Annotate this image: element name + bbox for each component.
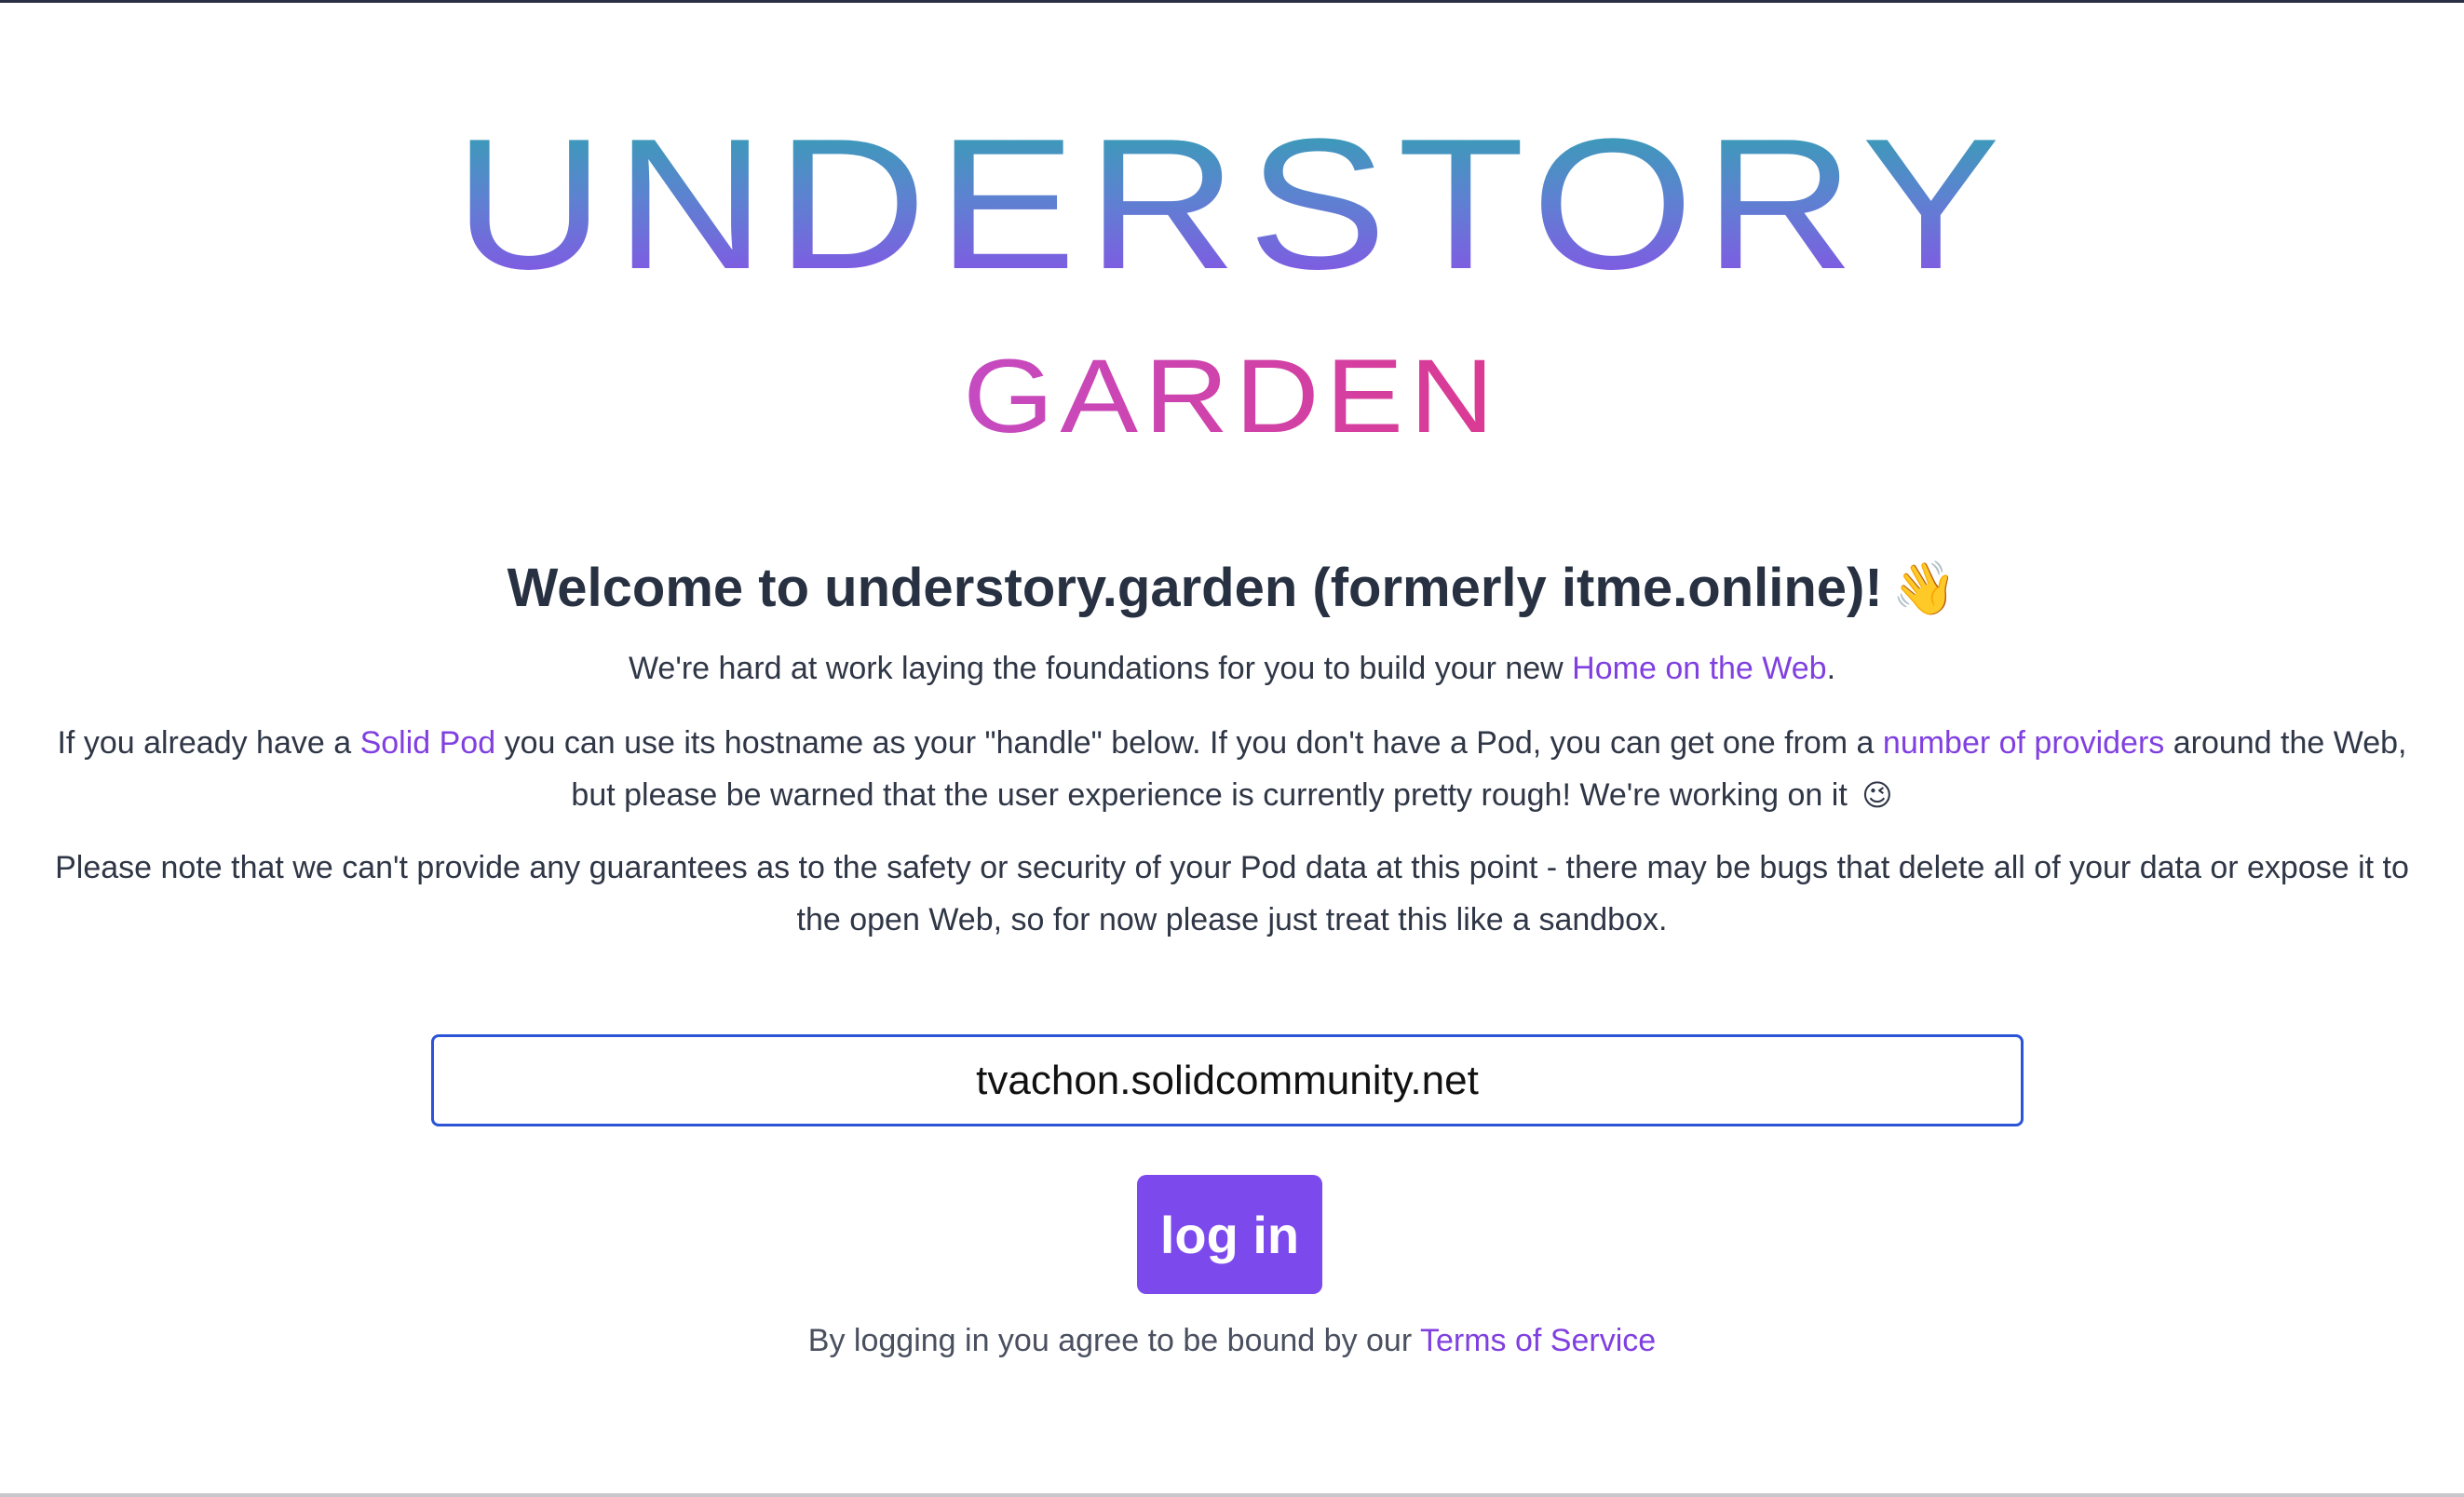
top-divider — [0, 0, 2464, 3]
warning-text: Please note that we can't provide any gu… — [55, 850, 2409, 937]
intro-text: We're hard at work laying the foundation… — [628, 651, 1573, 686]
logo-title: UNDERSTORY — [453, 101, 2011, 308]
logo: UNDERSTORY — [0, 112, 2464, 298]
welcome-heading: Welcome to understory.garden (formerly i… — [0, 551, 2464, 626]
terms-text: By logging in you agree to be bound by o… — [807, 1323, 1420, 1358]
intro-text-end: . — [1826, 651, 1836, 686]
pod-info-text-2: you can use its hostname as your "handle… — [495, 725, 1883, 761]
pod-info-paragraph: If you already have a Solid Pod you can … — [37, 717, 2427, 821]
providers-link[interactable]: number of providers — [1883, 725, 2164, 761]
login-button[interactable]: log in — [1137, 1175, 1322, 1294]
winking-face-icon: 😉 — [1862, 778, 1893, 812]
pod-info-text-1: If you already have a — [57, 725, 360, 761]
waving-hand-icon: 👋 — [1891, 559, 1957, 617]
solid-pod-link[interactable]: Solid Pod — [360, 725, 496, 761]
terms-notice: By logging in you agree to be bound by o… — [0, 1315, 2464, 1367]
logo-subtitle: GARDEN — [963, 338, 1501, 454]
login-page: UNDERSTORY GARDEN Welcome to understory.… — [0, 0, 2464, 1497]
welcome-text: Welcome to understory.garden (formerly i… — [507, 558, 1883, 618]
terms-of-service-link[interactable]: Terms of Service — [1420, 1323, 1656, 1358]
handle-input[interactable] — [431, 1034, 2024, 1126]
logo-subtitle-wrap: GARDEN — [0, 344, 2464, 449]
intro-paragraph: We're hard at work laying the foundation… — [37, 642, 2427, 695]
home-on-the-web-link[interactable]: Home on the Web — [1572, 651, 1826, 686]
bottom-divider — [0, 1493, 2464, 1497]
warning-paragraph: Please note that we can't provide any gu… — [37, 842, 2427, 946]
